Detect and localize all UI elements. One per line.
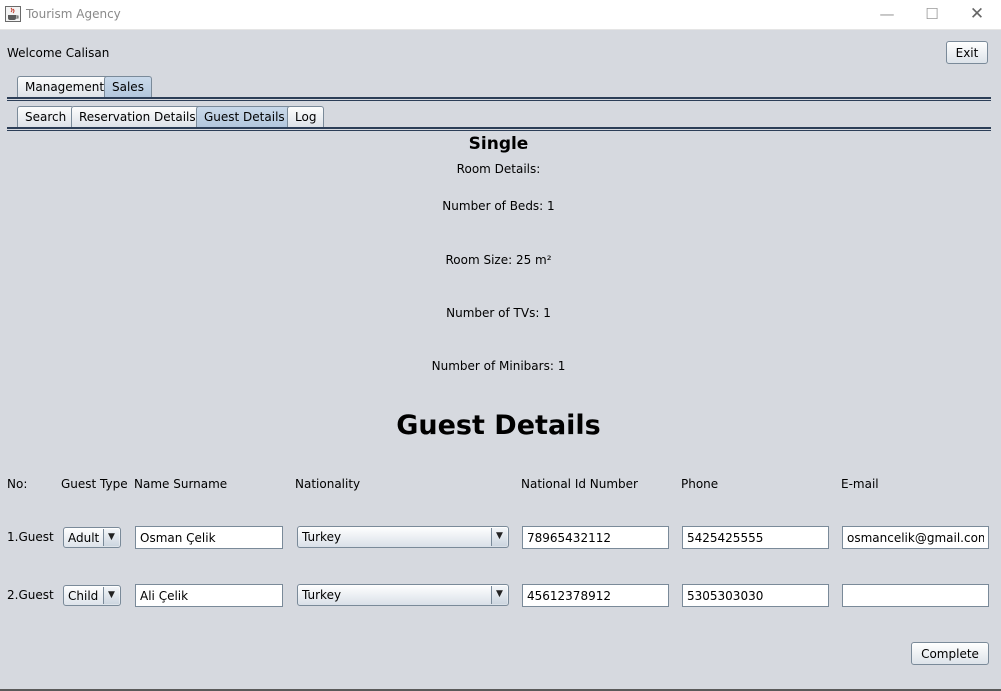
name-surname-field[interactable] <box>135 526 283 549</box>
sub-tab-divider <box>7 127 991 131</box>
national-id-field[interactable] <box>522 526 669 549</box>
window-title: Tourism Agency <box>26 7 121 21</box>
complete-button[interactable]: Complete <box>911 642 989 665</box>
tab-search[interactable]: Search <box>17 106 75 127</box>
minimize-icon[interactable]: — <box>872 4 902 24</box>
column-phone: Phone <box>681 477 719 491</box>
close-icon[interactable]: ✕ <box>962 4 992 24</box>
title-bar: Tourism Agency — ☐ ✕ <box>0 0 1001 30</box>
column-no: No: <box>7 477 28 491</box>
national-id-field[interactable] <box>522 584 669 607</box>
welcome-label: Welcome Calisan <box>7 46 110 60</box>
email-field[interactable] <box>842 584 989 607</box>
guest-type-select[interactable]: Child ▼ <box>63 585 121 606</box>
minibars-label: Number of Minibars: 1 <box>431 359 566 373</box>
guest-row-label: 1.Guest <box>7 530 54 544</box>
guest-details-title: Guest Details <box>396 410 601 441</box>
chevron-down-icon[interactable]: ▼ <box>103 587 119 604</box>
maximize-icon[interactable]: ☐ <box>917 4 947 24</box>
tvs-label: Number of TVs: 1 <box>446 306 551 320</box>
column-name-surname: Name Surname <box>134 477 228 491</box>
room-size-label: Room Size: 25 m² <box>445 253 552 267</box>
guest-type-select[interactable]: Adult ▼ <box>63 527 121 548</box>
guest-type-value: Adult <box>68 531 100 545</box>
column-national-id: National Id Number <box>521 477 638 491</box>
phone-field[interactable] <box>682 526 829 549</box>
name-surname-field[interactable] <box>135 584 283 607</box>
nationality-value: Turkey <box>302 588 342 602</box>
nationality-value: Turkey <box>302 530 342 544</box>
guest-type-value: Child <box>68 589 99 603</box>
column-nationality: Nationality <box>295 477 361 491</box>
tab-sales[interactable]: Sales <box>104 76 152 97</box>
column-guest-type: Guest Type <box>61 477 128 491</box>
chevron-down-icon[interactable]: ▼ <box>491 586 507 604</box>
guest-row-label: 2.Guest <box>7 588 54 602</box>
tab-guest-details[interactable]: Guest Details <box>196 106 293 127</box>
tab-management[interactable]: Management <box>17 76 113 97</box>
chevron-down-icon[interactable]: ▼ <box>491 528 507 546</box>
exit-button[interactable]: Exit <box>946 41 988 64</box>
nationality-select[interactable]: Turkey ▼ <box>297 584 509 606</box>
tab-log[interactable]: Log <box>287 106 325 127</box>
java-cup-icon <box>5 6 21 22</box>
room-type-title: Single <box>468 134 529 154</box>
tab-reservation-details[interactable]: Reservation Details <box>71 106 204 127</box>
chevron-down-icon[interactable]: ▼ <box>103 529 119 546</box>
main-tab-divider <box>7 97 991 101</box>
phone-field[interactable] <box>682 584 829 607</box>
email-field[interactable] <box>842 526 989 549</box>
column-email: E-mail <box>841 477 879 491</box>
beds-label: Number of Beds: 1 <box>442 199 555 213</box>
room-details-label: Room Details: <box>456 162 541 176</box>
nationality-select[interactable]: Turkey ▼ <box>297 526 509 548</box>
